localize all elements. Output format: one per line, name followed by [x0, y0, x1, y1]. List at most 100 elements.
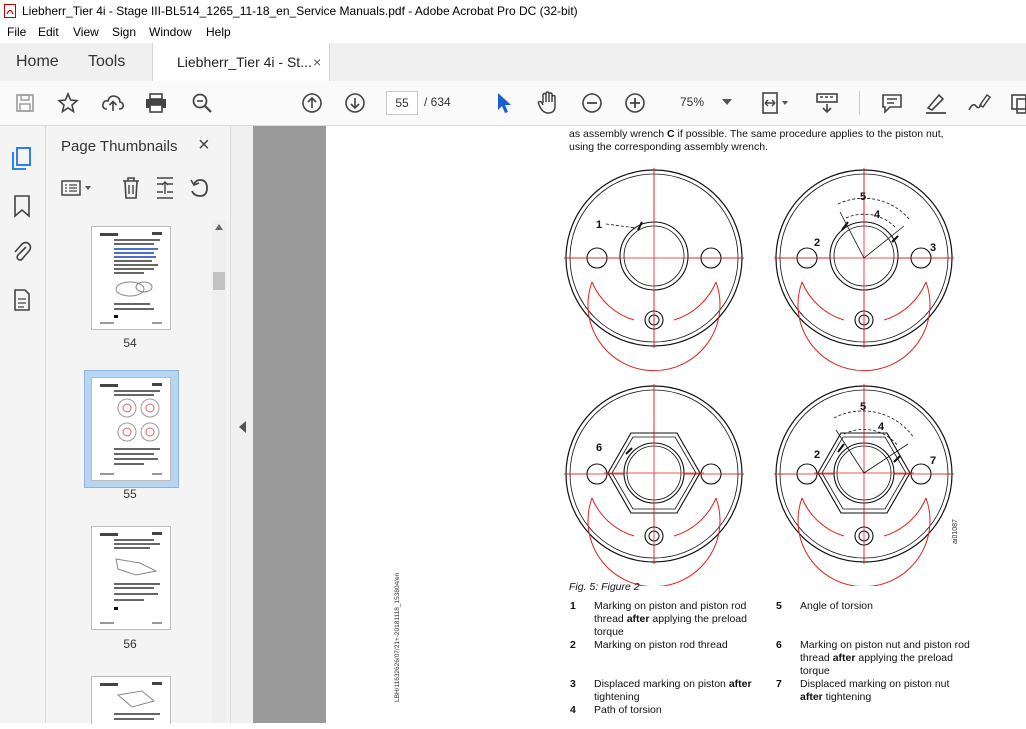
- document-page: as assembly wrench C if possible. The sa…: [326, 126, 1026, 723]
- zoom-level: 75%: [680, 95, 705, 109]
- legend-item-2: Marking on piston rod thread: [594, 639, 728, 651]
- menu-edit[interactable]: Edit: [38, 25, 59, 39]
- legend-bold: after: [626, 613, 650, 625]
- page-thumbnails-icon[interactable]: [10, 146, 34, 177]
- menu-sign[interactable]: Sign: [112, 25, 136, 39]
- extract-pages-icon[interactable]: [154, 176, 176, 205]
- legend-item-1: Marking on piston and piston rod thread …: [594, 600, 764, 639]
- legend-item-7: Displaced marking on piston nut after ti…: [800, 678, 970, 704]
- menu-bar: File Edit View Sign Window Help: [0, 22, 1026, 43]
- comment-icon[interactable]: [878, 81, 906, 125]
- zoom-search-icon[interactable]: [188, 81, 216, 125]
- layers-document-icon[interactable]: [13, 288, 31, 317]
- toolbar: 55 / 634 75%: [0, 81, 1026, 126]
- page-thumbnail-56[interactable]: [91, 526, 171, 630]
- page-number-input[interactable]: 55: [386, 91, 418, 115]
- delete-page-icon[interactable]: [120, 176, 142, 205]
- thumbnail-panel: Page Thumbnails × 54 55 56: [46, 126, 230, 724]
- sign-icon[interactable]: [965, 81, 993, 125]
- zoom-in-icon[interactable]: [622, 81, 648, 125]
- legend-num-2: 2: [570, 639, 576, 651]
- piston-marking-figure: 1 5 4 2 3 6 5 4 2 7: [564, 167, 955, 586]
- callout-6: 6: [596, 442, 602, 454]
- intro-bold: C: [667, 128, 675, 140]
- select-cursor-icon[interactable]: [492, 81, 516, 125]
- side-reference-code: LBH/11632626/07/21+-20181118_153804/en: [394, 572, 401, 702]
- scrollbar-thumb[interactable]: [213, 272, 225, 290]
- legend-item-4: Path of torsion: [594, 704, 662, 716]
- menu-file[interactable]: File: [7, 25, 26, 39]
- star-icon[interactable]: [55, 81, 81, 125]
- legend-item-6: Marking on piston nut and piston rod thr…: [800, 639, 970, 678]
- thumbnail-label-55: 55: [123, 487, 137, 501]
- callout-4b: 4: [878, 421, 885, 433]
- highlight-pen-icon[interactable]: [922, 81, 950, 125]
- legend-num-1: 1: [570, 600, 576, 612]
- callout-5b: 5: [860, 401, 866, 413]
- legend-bold: after: [728, 678, 752, 690]
- intro-text-3: using the corresponding assembly wrench.: [569, 141, 769, 153]
- thumbnail-preview: [100, 682, 162, 720]
- collapse-arrow-icon[interactable]: [239, 421, 246, 433]
- chevron-down-icon: [722, 99, 732, 105]
- tab-tools[interactable]: Tools: [88, 43, 125, 81]
- thumbnail-preview: [100, 232, 162, 324]
- figure-caption: Fig. 5: Figure 2: [569, 581, 640, 593]
- attachment-icon[interactable]: [12, 240, 32, 269]
- zoom-out-icon[interactable]: [579, 81, 605, 125]
- callout-3: 3: [930, 242, 936, 254]
- thumbnail-scrollbar[interactable]: [212, 220, 226, 723]
- menu-view[interactable]: View: [73, 25, 99, 39]
- page-thumbnail-57[interactable]: [91, 676, 171, 724]
- print-icon[interactable]: [142, 81, 170, 125]
- legend-num-4: 4: [570, 704, 576, 716]
- fit-page-icon[interactable]: [758, 81, 794, 125]
- thumbnail-preview: [100, 383, 162, 475]
- tab-close-button[interactable]: ×: [313, 43, 321, 81]
- close-panel-button[interactable]: ×: [198, 134, 210, 157]
- callout-2: 2: [814, 237, 820, 249]
- rotate-page-icon[interactable]: [188, 176, 210, 205]
- legend-item-3: Displaced marking on piston after tighte…: [594, 678, 764, 704]
- scroll-up-icon[interactable]: [215, 224, 223, 230]
- legend-bold: after: [832, 652, 856, 664]
- thumbnail-options-icon[interactable]: [60, 178, 96, 203]
- acrobat-icon: [4, 4, 16, 18]
- keyboard-scroll-icon[interactable]: [812, 81, 842, 125]
- legend-num-3: 3: [570, 678, 576, 690]
- thumbnail-label-54: 54: [123, 336, 137, 350]
- page-thumbnail-54[interactable]: [91, 226, 171, 330]
- hand-tool-icon[interactable]: [534, 81, 562, 125]
- intro-paragraph: as assembly wrench C if possible. The sa…: [569, 128, 944, 154]
- callout-4: 4: [874, 209, 881, 221]
- bookmark-icon[interactable]: [13, 194, 31, 223]
- thumbnail-preview: [100, 532, 162, 624]
- page-thumbnail-55: [91, 377, 171, 481]
- window-title: Liebherr_Tier 4i - Stage III-BL514_1265_…: [22, 4, 578, 18]
- legend-item-5: Angle of torsion: [800, 600, 873, 612]
- tab-home[interactable]: Home: [16, 43, 59, 81]
- menu-help[interactable]: Help: [206, 25, 231, 39]
- intro-text-1: as assembly wrench: [569, 128, 668, 140]
- previous-page-icon[interactable]: [298, 81, 326, 125]
- menu-window[interactable]: Window: [149, 25, 192, 39]
- zoom-level-select[interactable]: 75%: [670, 91, 740, 113]
- tab-document[interactable]: Liebherr_Tier 4i - St... ×: [152, 43, 330, 82]
- page-thumbnail-55-selected[interactable]: [84, 370, 179, 488]
- save-icon[interactable]: [12, 81, 38, 125]
- more-tools-icon[interactable]: [1008, 81, 1026, 125]
- callout-7: 7: [930, 455, 936, 467]
- cloud-upload-icon[interactable]: [99, 81, 127, 125]
- callout-5: 5: [860, 191, 866, 203]
- legend-text: Displaced marking on piston: [594, 678, 729, 690]
- legend-num-7: 7: [776, 678, 782, 690]
- callout-1: 1: [596, 219, 602, 231]
- thumbnail-label-56: 56: [123, 637, 137, 651]
- tab-document-label: Liebherr_Tier 4i - St...: [177, 54, 312, 70]
- legend-text: Displaced marking on piston nut: [800, 678, 950, 690]
- toolbar-divider: [859, 91, 860, 115]
- panel-collapse-strip[interactable]: [230, 126, 253, 723]
- legend-rest: tightening: [594, 691, 640, 703]
- next-page-icon[interactable]: [341, 81, 369, 125]
- page-total: / 634: [424, 95, 451, 109]
